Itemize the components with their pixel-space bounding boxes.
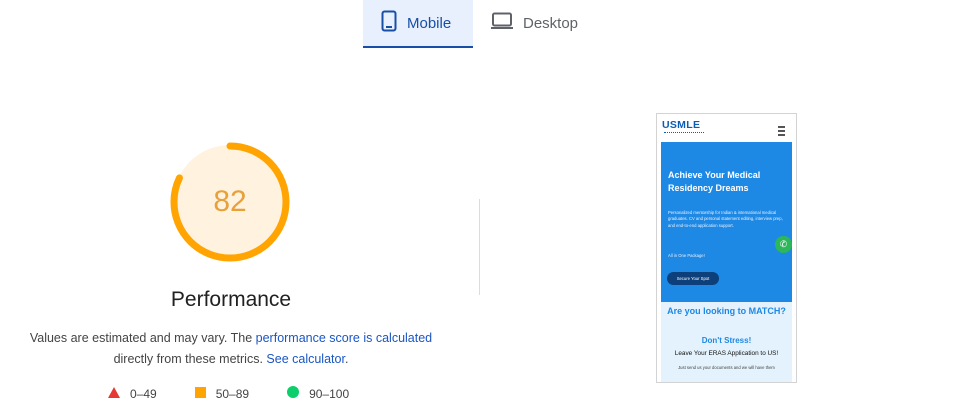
desktop-icon [491, 12, 513, 35]
circle-icon [287, 386, 300, 401]
preview-question: Are you looking to MATCH? [667, 306, 786, 316]
legend-pass: 90–100 [287, 386, 349, 401]
tab-desktop-label: Desktop [523, 14, 579, 32]
legend-fail: 0–49 [108, 386, 157, 401]
performance-score: 82 [213, 185, 247, 218]
see-calculator-link[interactable]: See calculator [266, 352, 345, 366]
square-icon [194, 386, 206, 401]
legend-fail-label: 0–49 [130, 386, 157, 401]
device-tabs: Mobile Desktop [363, 0, 596, 48]
score-description: Values are estimated and may vary. The p… [0, 328, 462, 370]
preview-hero-text: Personalized mentorship for Indian & int… [668, 210, 783, 228]
preview-dont-stress: Don't Stress! [701, 336, 752, 345]
preview-cta-button: Secure Your Spot [667, 272, 719, 285]
category-title: Performance [170, 288, 292, 311]
preview-eras: Leave Your ERAS Application to US! [674, 350, 779, 357]
tab-mobile-label: Mobile [407, 14, 452, 32]
legend-pass-label: 90–100 [309, 386, 350, 401]
preview-header: USMLE [657, 114, 796, 141]
tab-desktop[interactable]: Desktop [473, 0, 596, 46]
preview-hero: Achieve Your Medical Residency Dreams Pe… [661, 142, 792, 302]
description-period: . [344, 352, 349, 366]
smartphone-icon [381, 10, 397, 37]
hamburger-icon [778, 126, 785, 136]
description-text-2: directly from these metrics. [113, 352, 267, 366]
preview-section: Are you looking to MATCH? Don't Stress! … [661, 302, 792, 382]
score-gauge: 82 [168, 140, 292, 264]
whatsapp-icon: ✆ [775, 236, 792, 253]
tab-mobile[interactable]: Mobile [363, 0, 473, 48]
score-legend: 0–49 50–89 90–100 [108, 386, 387, 401]
screenshot-preview: USMLE Achieve Your Medical Residency Dre… [656, 113, 797, 383]
preview-hero-text-2: All in One Package! [668, 253, 705, 258]
preview-logo: USMLE [662, 119, 701, 131]
preview-logo-underline [664, 132, 704, 135]
legend-average-label: 50–89 [215, 386, 250, 401]
legend-average: 50–89 [194, 386, 250, 401]
score-calculated-link[interactable]: performance score is calculated [256, 331, 432, 345]
triangle-icon [108, 386, 120, 401]
description-text: Values are estimated and may vary. The [29, 331, 256, 345]
preview-send-text: Just send us your documents and we will … [678, 365, 775, 370]
preview-hero-title: Achieve Your Medical Residency Dreams [668, 170, 761, 193]
divider [479, 199, 480, 295]
